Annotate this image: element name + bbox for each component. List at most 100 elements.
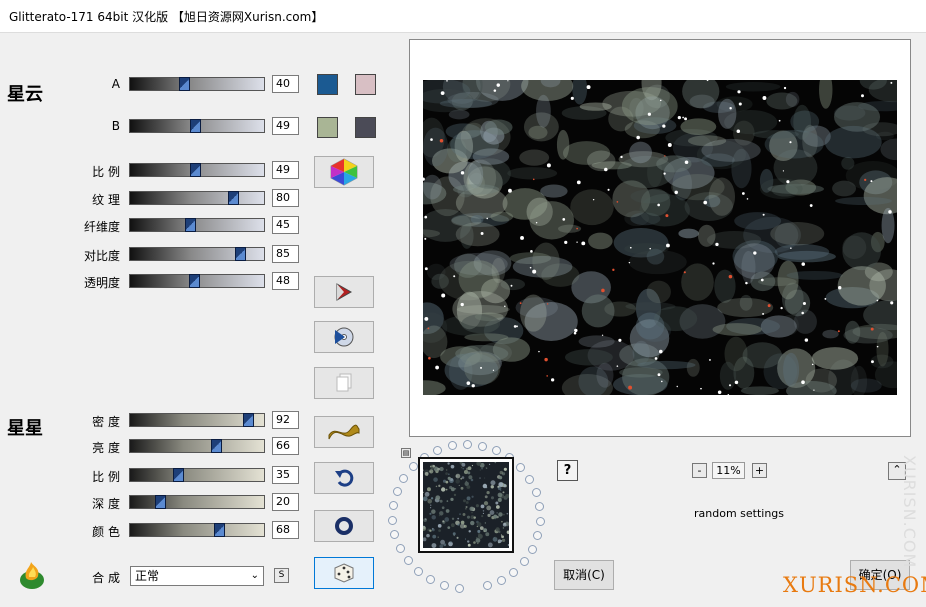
nebula-color-a2-swatch[interactable] — [355, 74, 376, 95]
preset-dot[interactable] — [497, 576, 506, 585]
preset-dot[interactable] — [528, 545, 537, 554]
slider-thumb[interactable] — [189, 274, 200, 288]
preset-dot[interactable] — [440, 581, 449, 590]
preset-dot[interactable] — [516, 463, 525, 472]
slider-thumb[interactable] — [214, 523, 225, 537]
slider-thumb[interactable] — [243, 413, 254, 427]
slider-thumb[interactable] — [185, 218, 196, 232]
cancel-button[interactable]: 取消(C) — [554, 560, 614, 590]
nebula-color-a1-swatch[interactable] — [317, 74, 338, 95]
stars-slider-0[interactable] — [129, 413, 265, 427]
preset-dot[interactable] — [536, 517, 545, 526]
slider-thumb[interactable] — [155, 495, 166, 509]
stars-value-1[interactable]: 66 — [272, 437, 299, 455]
nebula-slider-4[interactable] — [129, 218, 265, 232]
slider-thumb[interactable] — [173, 468, 184, 482]
nebula-value-0[interactable]: 40 — [272, 75, 299, 93]
preset-dot[interactable] — [463, 440, 472, 449]
preset-dot[interactable] — [525, 475, 534, 484]
stars-slider-3[interactable] — [129, 495, 265, 509]
preset-dot[interactable] — [455, 584, 464, 593]
preset-dot[interactable] — [483, 581, 492, 590]
preset-dot[interactable] — [409, 462, 418, 471]
preset-dot[interactable] — [414, 567, 423, 576]
preset-dot[interactable] — [532, 488, 541, 497]
copy-icon — [336, 373, 352, 392]
slider-thumb[interactable] — [235, 247, 246, 261]
thumbnail-image[interactable] — [423, 462, 509, 548]
color-picker-button[interactable] — [314, 156, 374, 188]
blend-s-button[interactable]: S — [274, 568, 289, 583]
preset-dot[interactable] — [389, 501, 398, 510]
nebula-slider-6[interactable] — [129, 274, 265, 288]
nebula-value-5[interactable]: 85 — [272, 245, 299, 263]
slider-thumb[interactable] — [190, 163, 201, 177]
slider-thumb[interactable] — [211, 439, 222, 453]
preset-dot[interactable] — [396, 544, 405, 553]
slider-thumb[interactable] — [179, 77, 190, 91]
ring-toggle-button[interactable]: ▤ — [401, 448, 411, 458]
nebula-slider-1[interactable] — [129, 119, 265, 133]
preset-dot[interactable] — [448, 441, 457, 450]
stars-value-2[interactable]: 35 — [272, 466, 299, 484]
stars-slider-2[interactable] — [129, 468, 265, 482]
stars-value-0[interactable]: 92 — [272, 411, 299, 429]
random-dice-button[interactable] — [314, 557, 374, 589]
preview-image[interactable] — [423, 80, 897, 395]
preset-dot[interactable] — [478, 442, 487, 451]
wave-button[interactable] — [314, 416, 374, 448]
nebula-value-6[interactable]: 48 — [272, 272, 299, 290]
preset-dot[interactable] — [509, 568, 518, 577]
nebula-value-3[interactable]: 80 — [272, 189, 299, 207]
undo-button[interactable] — [314, 462, 374, 494]
color-hexagon-icon — [330, 158, 358, 186]
nebula-color-b2-swatch[interactable] — [355, 117, 376, 138]
nebula-slider-3[interactable] — [129, 191, 265, 205]
nebula-value-4[interactable]: 45 — [272, 216, 299, 234]
preset-dot[interactable] — [433, 446, 442, 455]
wave-icon — [328, 424, 360, 440]
nebula-label-6: 透明度 — [83, 276, 120, 290]
nebula-label-4: 纤维度 — [83, 220, 120, 234]
zoom-in-button[interactable]: + — [752, 463, 767, 478]
slider-thumb[interactable] — [190, 119, 201, 133]
preset-dot[interactable] — [492, 446, 501, 455]
play-button[interactable] — [314, 276, 374, 308]
preset-dot[interactable] — [399, 474, 408, 483]
preset-dot[interactable] — [535, 502, 544, 511]
slider-thumb[interactable] — [228, 191, 239, 205]
cd-button[interactable] — [314, 321, 374, 353]
flame-logo-icon — [20, 562, 44, 589]
nebula-value-1[interactable]: 49 — [272, 117, 299, 135]
nebula-slider-0[interactable] — [129, 77, 265, 91]
nebula-label-3: 纹 理 — [92, 193, 120, 207]
nebula-value-2[interactable]: 49 — [272, 161, 299, 179]
preset-dot[interactable] — [533, 531, 542, 540]
preset-dot[interactable] — [390, 530, 399, 539]
stars-slider-1[interactable] — [129, 439, 265, 453]
stars-label-2: 比 例 — [92, 470, 120, 484]
preset-dot[interactable] — [388, 516, 397, 525]
stars-heading: 星星 — [7, 418, 43, 439]
nebula-slider-2[interactable] — [129, 163, 265, 177]
watermark: XURISN.COM — [783, 573, 926, 597]
blend-mode-select[interactable]: 正常 ⌄ — [130, 566, 264, 586]
title-bar: Glitterato-171 64bit 汉化版 【旭日资源网Xurisn.co… — [0, 0, 926, 33]
stars-value-4[interactable]: 68 — [272, 521, 299, 539]
play-icon — [336, 283, 353, 301]
preset-dot[interactable] — [426, 575, 435, 584]
nebula-label-0: A — [111, 77, 120, 91]
stars-value-3[interactable]: 20 — [272, 493, 299, 511]
nebula-color-b1-swatch[interactable] — [317, 117, 338, 138]
preset-dot[interactable] — [404, 556, 413, 565]
ring-button[interactable] — [314, 510, 374, 542]
preset-dot[interactable] — [520, 557, 529, 566]
preset-dot[interactable] — [393, 487, 402, 496]
stars-slider-4[interactable] — [129, 523, 265, 537]
zoom-out-button[interactable]: - — [692, 463, 707, 478]
zoom-level: 11% — [712, 462, 745, 479]
copy-button[interactable] — [314, 367, 374, 399]
nebula-label-2: 比 例 — [92, 165, 120, 179]
nebula-slider-5[interactable] — [129, 247, 265, 261]
help-button[interactable]: ? — [557, 460, 578, 481]
